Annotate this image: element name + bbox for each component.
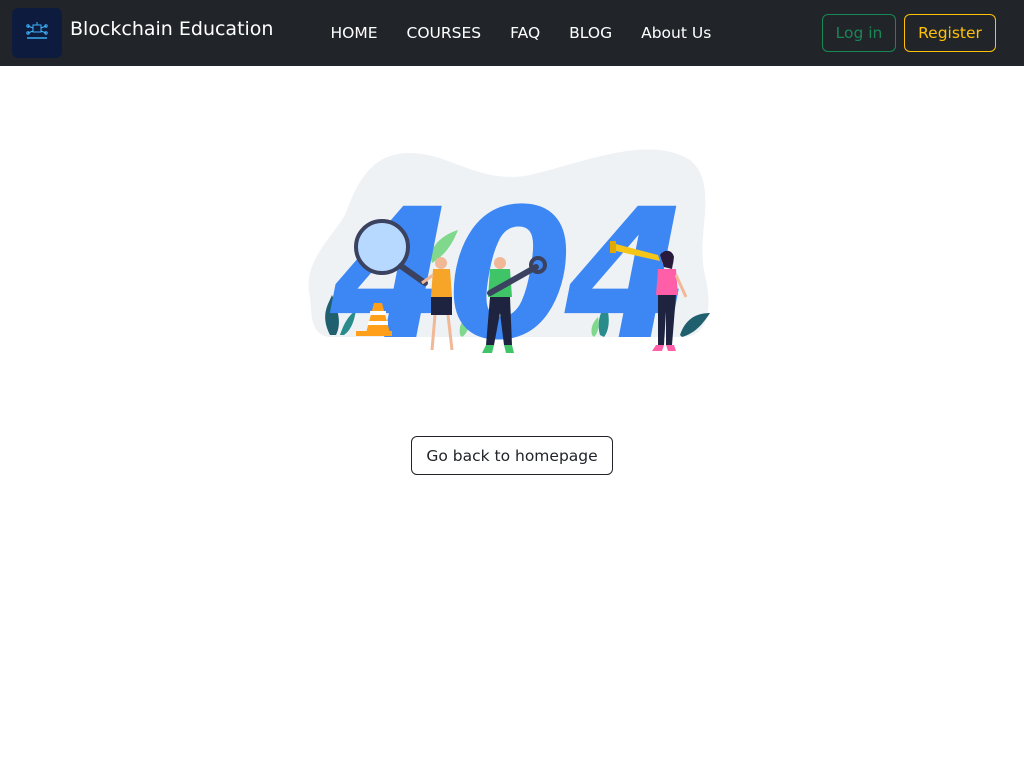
blockchain-logo-icon: [26, 22, 48, 39]
nav-home[interactable]: HOME: [316, 24, 392, 42]
brand-logo: [12, 8, 62, 58]
nav-about-us[interactable]: About Us: [627, 24, 726, 42]
nav-blog[interactable]: BLOG: [555, 24, 627, 42]
top-navbar: Blockchain Education HOME COURSES FAQ BL…: [0, 0, 1024, 66]
error-404-illustration: 404: [300, 145, 720, 380]
nav-courses[interactable]: COURSES: [392, 24, 496, 42]
register-button[interactable]: Register: [904, 14, 996, 52]
main-nav: HOME COURSES FAQ BLOG About Us: [316, 0, 726, 66]
nav-faq[interactable]: FAQ: [496, 24, 555, 42]
brand-link[interactable]: Blockchain Education: [12, 8, 273, 58]
login-button[interactable]: Log in: [822, 14, 896, 52]
brand-name: Blockchain Education: [70, 18, 274, 40]
go-back-home-button[interactable]: Go back to homepage: [411, 436, 613, 475]
